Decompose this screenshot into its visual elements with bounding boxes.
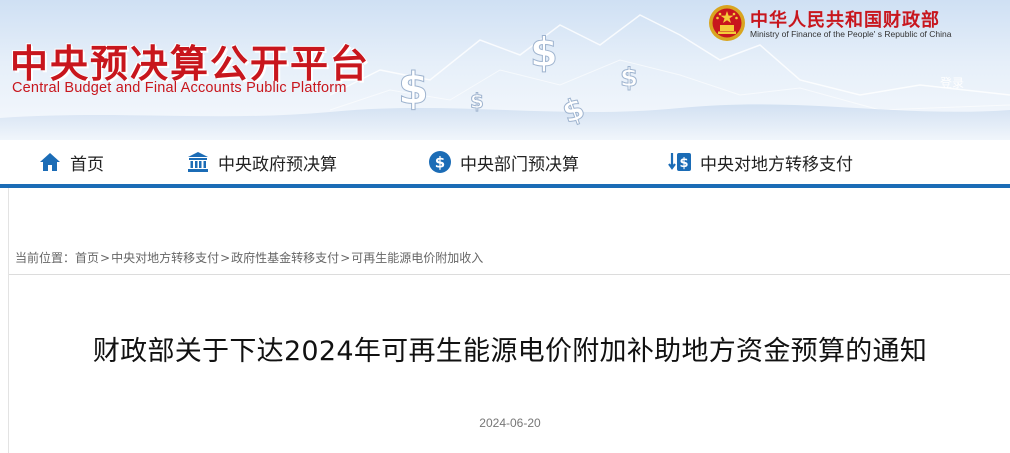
breadcrumb-link-current[interactable]: 可再生能源电价附加收入: [351, 251, 483, 265]
nav-item-government-budget[interactable]: 中央政府预决算: [186, 148, 337, 176]
article-date: 2024-06-20: [479, 416, 541, 430]
breadcrumb-separator: >: [220, 251, 231, 265]
dollar-coin-icon: $: [428, 150, 452, 174]
svg-text:$: $: [470, 89, 484, 113]
dollar-icon: $: [398, 63, 429, 114]
breadcrumb-link-fund[interactable]: 政府性基金转移支付: [231, 251, 339, 265]
main-nav: 首页 中央政府预决算 $ 中央部门预决算 $ 中央对地方转移支付: [0, 140, 1010, 184]
breadcrumb-link-transfer[interactable]: 中央对地方转移支付: [111, 251, 219, 265]
breadcrumb-separator: >: [340, 251, 351, 265]
nav-item-transfer-payment[interactable]: $ 中央对地方转移支付: [668, 148, 853, 176]
breadcrumb-divider: [9, 274, 1010, 275]
svg-text:$: $: [530, 30, 558, 76]
breadcrumb-prefix: 当前位置：: [15, 251, 76, 265]
svg-text:$: $: [435, 154, 445, 172]
nav-item-label: 中央政府预决算: [218, 154, 337, 175]
transfer-payment-icon: $: [668, 150, 692, 174]
breadcrumb-link-home[interactable]: 首页: [75, 251, 99, 265]
breadcrumb-separator: >: [100, 251, 111, 265]
breadcrumb: 当前位置：首页>中央对地方转移支付>政府性基金转移支付>可再生能源电价附加收入: [15, 249, 483, 266]
svg-text:$: $: [679, 156, 688, 171]
article-container: 当前位置：首页>中央对地方转移支付>政府性基金转移支付>可再生能源电价附加收入 …: [8, 188, 1010, 453]
nav-item-label: 中央部门预决算: [460, 154, 579, 175]
home-icon: [38, 150, 62, 174]
ministry-name-en: Ministry of Finance of the People' s Rep…: [750, 29, 952, 39]
header-banner: $ $ $ $ $ 中央预决算公开平台 Central Budget and F…: [0, 0, 1010, 140]
nav-item-home[interactable]: 首页: [38, 148, 104, 176]
nav-item-label: 首页: [70, 154, 104, 175]
national-emblem-icon: [709, 5, 745, 41]
svg-text:$: $: [620, 63, 638, 93]
government-building-icon: [186, 150, 210, 174]
ministry-logo[interactable]: 中华人民共和国财政部 Ministry of Finance of the Pe…: [708, 4, 1008, 42]
nav-item-label: 中央对地方转移支付: [700, 154, 853, 175]
nav-item-department-budget[interactable]: $ 中央部门预决算: [428, 148, 579, 176]
login-link[interactable]: 登录: [940, 74, 964, 91]
article-title: 财政部关于下达2024年可再生能源电价附加补助地方资金预算的通知: [92, 336, 928, 367]
site-subtitle: Central Budget and Final Accounts Public…: [12, 80, 347, 96]
